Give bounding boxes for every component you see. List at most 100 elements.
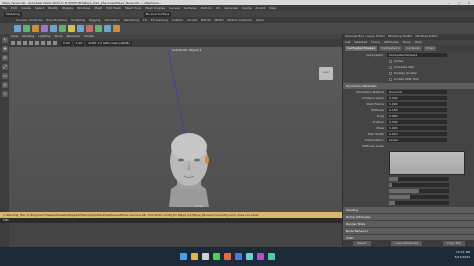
load-attributes-button[interactable]: Load Attributes: [391, 241, 423, 246]
toolbox-tool-icon[interactable]: ◎: [2, 82, 8, 88]
shelf-tab-xgen[interactable]: XGen: [256, 18, 264, 22]
attr-field-input[interactable]: 0.050: [387, 114, 447, 118]
menu-item-deform[interactable]: Deform: [201, 6, 212, 10]
shelf-tab-sculpting[interactable]: Sculpting: [71, 18, 85, 22]
toolbox-tool-icon[interactable]: ✥: [2, 46, 8, 52]
toolbox-tool-icon[interactable]: ⤢: [2, 64, 8, 70]
attr-menu-item[interactable]: Help: [415, 40, 422, 45]
menu-item-edit-mesh[interactable]: Edit Mesh: [106, 6, 121, 10]
camera-icon[interactable]: [11, 41, 15, 45]
collapsed-section[interactable]: Shading: [343, 207, 474, 213]
shelf-tab-animation[interactable]: Animation: [104, 18, 119, 22]
attr-slider[interactable]: [389, 183, 449, 187]
menu-item-select[interactable]: Select: [35, 6, 44, 10]
taskbar-app-icon[interactable]: [213, 253, 220, 260]
shelf-tab-bifrost[interactable]: Bifrost: [201, 18, 211, 22]
shelf-tool-icon[interactable]: [86, 25, 93, 32]
checkbox[interactable]: [389, 65, 392, 69]
menu-item-generate[interactable]: Generate: [224, 6, 238, 10]
light-icon[interactable]: [41, 41, 45, 45]
taskbar-app-icon[interactable]: [268, 253, 275, 260]
close-button[interactable]: ✕: [464, 1, 474, 5]
toolbox-tool-icon[interactable]: ⟳: [2, 55, 8, 61]
shelf-tool-icon[interactable]: [95, 25, 102, 32]
mel-command-line[interactable]: MEL: [0, 218, 342, 223]
taskbar-app-icon[interactable]: [235, 253, 242, 260]
node-tab[interactable]: hairSystemShape1: [345, 46, 378, 51]
shadow-icon[interactable]: [47, 41, 51, 45]
shelf-tool-icon[interactable]: [104, 25, 111, 32]
menu-item-file[interactable]: File: [2, 6, 7, 10]
viewport-menu-renderer[interactable]: Renderer: [67, 34, 81, 39]
menu-item-mesh[interactable]: Mesh: [95, 6, 103, 10]
attr-slider[interactable]: [389, 195, 449, 199]
shelf-tab-rendering[interactable]: Rendering: [124, 18, 139, 22]
exposure-field[interactable]: 0.00: [61, 40, 72, 46]
shelf-tab-mash[interactable]: MASH: [215, 18, 224, 22]
taskbar-app-icon[interactable]: [224, 253, 231, 260]
node-name-field[interactable]: hairSystemShape1: [387, 53, 447, 57]
collapsed-section[interactable]: Ramp Attributes: [343, 214, 474, 220]
attr-slider[interactable]: [389, 201, 449, 205]
collapsed-section[interactable]: Node Behavior: [343, 228, 474, 234]
shelf-tab-fx[interactable]: FX: [143, 18, 147, 22]
grid-icon[interactable]: [17, 41, 21, 45]
attr-menu-item[interactable]: Attributes: [384, 40, 399, 45]
taskbar-app-icon[interactable]: [246, 253, 253, 260]
checkbox[interactable]: [389, 71, 392, 75]
shelf-tool-icon[interactable]: [113, 25, 120, 32]
shelf-tab-poly-modeling[interactable]: Poly Modeling: [46, 18, 67, 22]
toolbox-tool-icon[interactable]: ↖: [2, 37, 8, 43]
colorspace-dropdown[interactable]: ACES 1.0 SDR-video (sRGB): [86, 40, 132, 46]
shelf-tool-icon[interactable]: [50, 25, 57, 32]
menu-item-uv[interactable]: UV: [216, 6, 220, 10]
attr-field-input[interactable]: 0.000: [387, 96, 447, 100]
shelf-tab-curves-surfaces[interactable]: Curves / Surfaces: [16, 18, 42, 22]
taskbar-app-icon[interactable]: [191, 253, 198, 260]
menu-item-surfaces[interactable]: Surfaces: [184, 6, 197, 10]
isolate-icon[interactable]: [53, 41, 57, 45]
viewport-menu-lighting[interactable]: Lighting: [38, 34, 50, 39]
minimize-button[interactable]: —: [444, 1, 454, 5]
menu-set-dropdown[interactable]: Modeling: [4, 11, 22, 17]
maximize-button[interactable]: □: [454, 1, 464, 5]
viewport-menu-panels[interactable]: Panels: [84, 34, 94, 39]
shelf-tab-rigging[interactable]: Rigging: [89, 18, 100, 22]
attr-menu-item[interactable]: List: [345, 40, 350, 45]
shelf-tab-arnold[interactable]: Arnold: [187, 18, 197, 22]
shelf-tool-icon[interactable]: [23, 25, 30, 32]
shelf-tab-motion-graphics[interactable]: Motion Graphics: [227, 18, 251, 22]
shelf-tool-icon[interactable]: [59, 25, 66, 32]
node-tab[interactable]: time1: [423, 46, 437, 51]
attr-field-input[interactable]: 1.000: [387, 126, 447, 130]
viewport-menu-view[interactable]: View: [11, 34, 18, 39]
shelf-tool-icon[interactable]: [32, 25, 39, 32]
stiffness-ramp[interactable]: [389, 151, 465, 175]
shelf-tool-icon[interactable]: [77, 25, 84, 32]
taskbar-app-icon[interactable]: [180, 253, 187, 260]
menu-item-create[interactable]: Create: [21, 6, 31, 10]
menu-item-windows[interactable]: Windows: [77, 6, 90, 10]
taskbar-app-icon[interactable]: [202, 253, 209, 260]
toolbox-tool-icon[interactable]: ◇: [2, 91, 8, 97]
attr-menu-item[interactable]: Focus: [371, 40, 380, 45]
3d-viewport[interactable]: Subdivide: Object 4 FRONT persp: [9, 47, 342, 212]
viewport-menu-show[interactable]: Show: [54, 34, 62, 39]
menu-item-curves[interactable]: Curves: [169, 6, 179, 10]
texture-icon[interactable]: [35, 41, 39, 45]
attr-slider[interactable]: [389, 177, 449, 181]
live-surface-field[interactable]: No Live Surface: [143, 11, 172, 17]
copy-tab-button[interactable]: Copy Tab: [442, 241, 465, 246]
shelf-tool-icon[interactable]: [41, 25, 48, 32]
attr-menu-item[interactable]: Show: [403, 40, 411, 45]
attr-slider[interactable]: [389, 189, 449, 193]
menu-item-edit[interactable]: Edit: [11, 6, 17, 10]
interp-dropdown[interactable]: Linear: [387, 138, 447, 142]
node-tab[interactable]: hairSystem1: [379, 46, 403, 51]
menu-item-modify[interactable]: Modify: [48, 6, 58, 10]
menu-item-cache[interactable]: Cache: [242, 6, 251, 10]
select-button[interactable]: Select: [353, 241, 371, 246]
attr-field-input[interactable]: 0.150: [387, 108, 447, 112]
checkbox[interactable]: [389, 77, 392, 81]
shelf-tab-custom[interactable]: Custom: [172, 18, 184, 22]
